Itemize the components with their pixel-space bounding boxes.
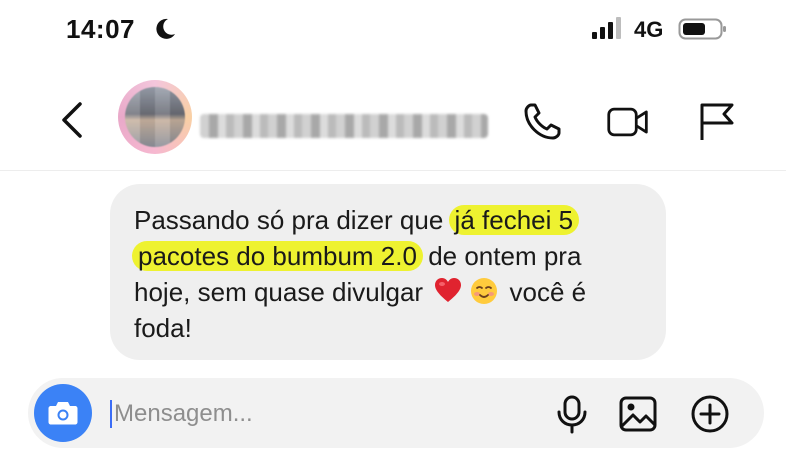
signal-bars-icon: [592, 17, 621, 39]
received-message-bubble[interactable]: Passando só pra dizer que já fechei 5 pa…: [110, 184, 666, 360]
red-heart-emoji: [435, 278, 462, 302]
smiling-face-emoji: [471, 278, 498, 304]
back-button[interactable]: [58, 100, 88, 140]
network-type: 4G: [634, 17, 664, 42]
camera-icon: [48, 402, 78, 425]
camera-button[interactable]: [34, 384, 92, 442]
status-time: 14:07: [66, 14, 135, 44]
highlighted-text: pacotes do bumbum 2.0: [132, 241, 423, 271]
contact-avatar[interactable]: [118, 80, 192, 154]
message-text-part: Passando só pra dizer que: [134, 205, 444, 235]
message-composer: [28, 378, 764, 448]
moon-icon: [156, 18, 175, 39]
microphone-icon[interactable]: [552, 394, 592, 434]
plus-circle-icon[interactable]: [690, 394, 730, 434]
status-bar: 14:07 4G: [0, 0, 786, 60]
flag-icon[interactable]: [694, 100, 738, 144]
avatar-photo-blurred: [125, 87, 185, 147]
video-camera-icon[interactable]: [606, 100, 650, 144]
message-input[interactable]: [112, 396, 516, 432]
contact-name-redacted[interactable]: [200, 114, 488, 138]
battery-icon: [678, 18, 726, 40]
phone-icon[interactable]: [520, 100, 564, 144]
highlighted-text: já fechei 5: [448, 205, 580, 235]
image-icon[interactable]: [618, 394, 658, 434]
chat-header: [0, 70, 786, 171]
